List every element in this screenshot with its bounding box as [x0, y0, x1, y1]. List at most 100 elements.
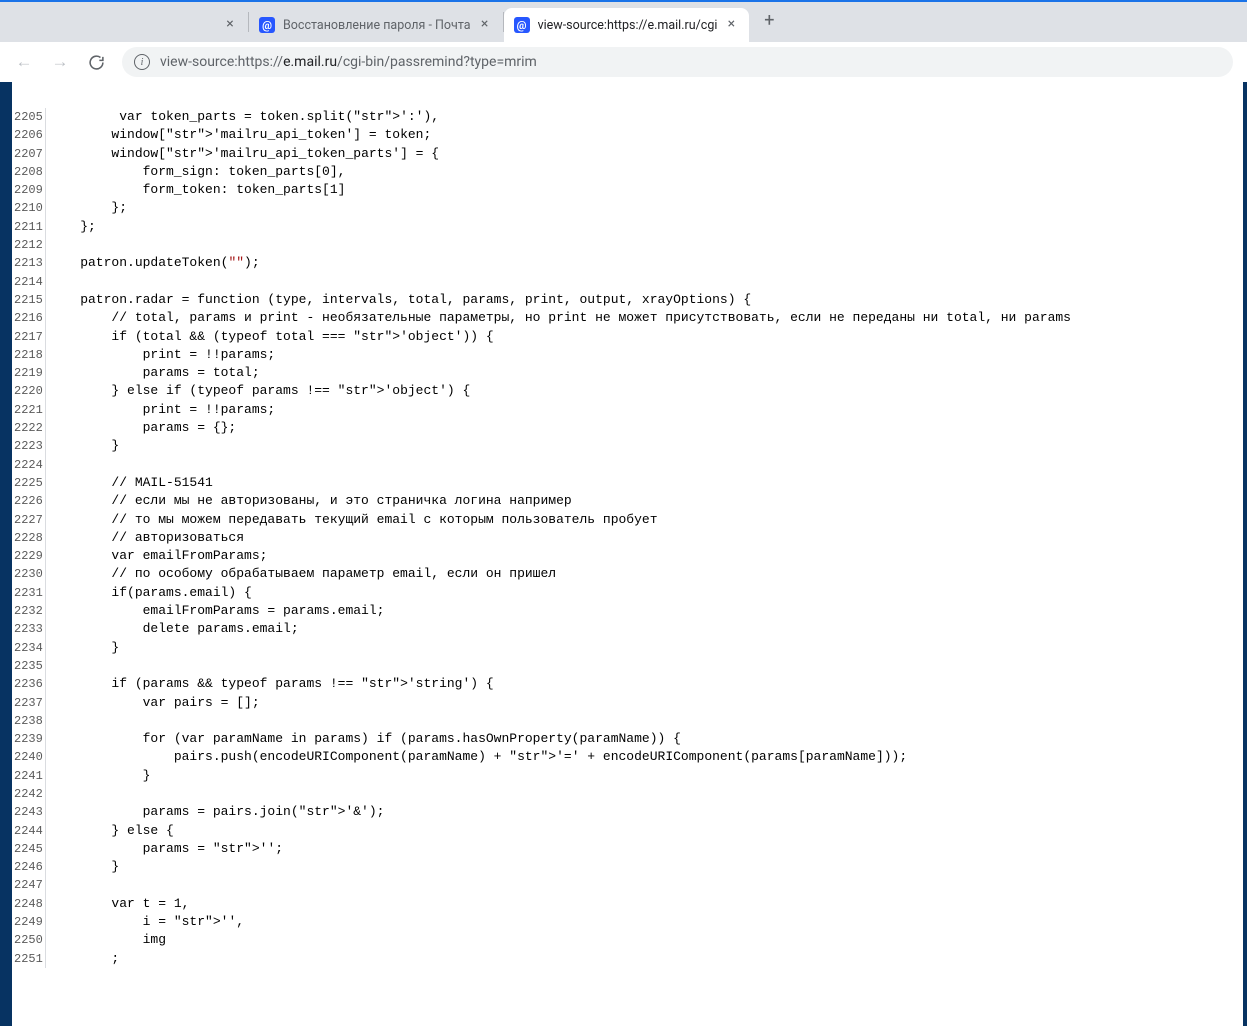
tab-1[interactable]: @ Восстановление пароля - Почта × — [249, 8, 503, 42]
code-line[interactable] — [49, 876, 1243, 894]
code-line[interactable] — [49, 657, 1243, 675]
code-line[interactable]: i = "str">'', — [49, 913, 1243, 931]
line-number: 2208 — [14, 163, 41, 181]
line-number: 2229 — [14, 547, 41, 565]
site-info-icon[interactable]: i — [134, 54, 150, 70]
code-line[interactable] — [49, 785, 1243, 803]
code-line[interactable]: }; — [49, 218, 1243, 236]
code-line[interactable]: } — [49, 437, 1243, 455]
code-line[interactable]: form_sign: token_parts[0], — [49, 163, 1243, 181]
tab-0[interactable]: × — [8, 8, 248, 42]
code-line[interactable]: params = {}; — [49, 419, 1243, 437]
code-line[interactable]: patron.radar = function (type, intervals… — [49, 291, 1243, 309]
line-number: 2239 — [14, 730, 41, 748]
code-line[interactable]: // если мы не авторизованы, и это страни… — [49, 492, 1243, 510]
line-number: 2237 — [14, 694, 41, 712]
close-icon[interactable]: × — [222, 17, 238, 33]
code-line[interactable]: img — [49, 931, 1243, 949]
code-line[interactable]: } — [49, 767, 1243, 785]
line-number: 2233 — [14, 620, 41, 638]
line-number: 2218 — [14, 346, 41, 364]
code-line[interactable]: var token_parts = token.split("str">':')… — [49, 108, 1243, 126]
code-line[interactable]: pairs.push(encodeURIComponent(paramName)… — [49, 748, 1243, 766]
line-number: 2214 — [14, 273, 41, 291]
line-number: 2248 — [14, 895, 41, 913]
line-number: 2231 — [14, 584, 41, 602]
line-number: 2230 — [14, 565, 41, 583]
line-number: 2209 — [14, 181, 41, 199]
code-line[interactable]: // total, params и print - необязательны… — [49, 309, 1243, 327]
line-number: 2238 — [14, 712, 41, 730]
code-line[interactable]: } else if (typeof params !== "str">'obje… — [49, 382, 1243, 400]
line-number: 2224 — [14, 456, 41, 474]
code-line[interactable]: window["str">'mailru_api_token'] = token… — [49, 126, 1243, 144]
code-line[interactable]: } — [49, 639, 1243, 657]
code-line[interactable]: var pairs = []; — [49, 694, 1243, 712]
url-path: /cgi-bin/passremind?type=mrim — [337, 54, 537, 70]
line-number: 2243 — [14, 803, 41, 821]
line-number: 2225 — [14, 474, 41, 492]
code-line[interactable]: } else { — [49, 822, 1243, 840]
code-line[interactable]: // MAIL-51541 — [49, 474, 1243, 492]
code-line[interactable]: print = !!params; — [49, 401, 1243, 419]
code-line[interactable] — [49, 236, 1243, 254]
line-number: 2223 — [14, 437, 41, 455]
code-line[interactable]: delete params.email; — [49, 620, 1243, 638]
code-line[interactable]: var emailFromParams; — [49, 547, 1243, 565]
line-number: 2241 — [14, 767, 41, 785]
line-number: 2205 — [14, 108, 41, 126]
code-line[interactable] — [49, 273, 1243, 291]
code-line[interactable]: window["str">'mailru_api_token_parts'] =… — [49, 145, 1243, 163]
mail-favicon-icon: @ — [259, 17, 275, 33]
line-number: 2244 — [14, 822, 41, 840]
close-icon[interactable]: × — [723, 17, 739, 33]
code-line[interactable]: patron.updateToken(""); — [49, 254, 1243, 272]
code-line[interactable]: for (var paramName in params) if (params… — [49, 730, 1243, 748]
code-line[interactable]: }; — [49, 199, 1243, 217]
code-line[interactable]: params = total; — [49, 364, 1243, 382]
tab-bar: × @ Восстановление пароля - Почта × @ vi… — [0, 2, 1247, 42]
code-line[interactable] — [49, 712, 1243, 730]
forward-button[interactable]: → — [44, 46, 76, 78]
new-tab-button[interactable]: + — [755, 8, 783, 36]
line-number: 2210 — [14, 199, 41, 217]
code-line[interactable]: emailFromParams = params.email; — [49, 602, 1243, 620]
code-line[interactable]: // по особому обрабатываем параметр emai… — [49, 565, 1243, 583]
line-number: 2222 — [14, 419, 41, 437]
code-line[interactable]: } — [49, 858, 1243, 876]
source-code[interactable]: var token_parts = token.split("str">':')… — [46, 108, 1243, 968]
code-line[interactable]: params = "str">''; — [49, 840, 1243, 858]
code-line[interactable]: ; — [49, 950, 1243, 968]
code-line[interactable]: form_token: token_parts[1] — [49, 181, 1243, 199]
code-line[interactable]: params = pairs.join("str">'&'); — [49, 803, 1243, 821]
line-number: 2245 — [14, 840, 41, 858]
code-line[interactable]: if (params && typeof params !== "str">'s… — [49, 675, 1243, 693]
code-line[interactable]: // то мы можем передавать текущий email … — [49, 511, 1243, 529]
code-line[interactable]: if (total && (typeof total === "str">'ob… — [49, 328, 1243, 346]
line-number: 2232 — [14, 602, 41, 620]
tab-2-active[interactable]: @ view-source:https://e.mail.ru/cgi × — [504, 8, 750, 42]
close-icon[interactable]: × — [477, 17, 493, 33]
code-line[interactable]: var t = 1, — [49, 895, 1243, 913]
code-line[interactable]: // авторизоваться — [49, 529, 1243, 547]
source-view: 2205220622072208220922102211221222132214… — [12, 82, 1243, 968]
line-number: 2215 — [14, 291, 41, 309]
line-number: 2247 — [14, 876, 41, 894]
url-prefix: view-source:https:// — [160, 54, 283, 70]
line-number: 2220 — [14, 382, 41, 400]
line-number: 2234 — [14, 639, 41, 657]
code-line[interactable]: print = !!params; — [49, 346, 1243, 364]
line-number: 2236 — [14, 675, 41, 693]
mail-favicon-icon: @ — [514, 17, 530, 33]
line-number: 2211 — [14, 218, 41, 236]
address-bar[interactable]: i view-source:https://e.mail.ru/cgi-bin/… — [122, 47, 1233, 77]
code-line[interactable] — [49, 456, 1243, 474]
line-number: 2240 — [14, 748, 41, 766]
line-number: 2227 — [14, 511, 41, 529]
back-button[interactable]: ← — [8, 46, 40, 78]
line-number: 2246 — [14, 858, 41, 876]
line-number: 2221 — [14, 401, 41, 419]
code-line[interactable]: if(params.email) { — [49, 584, 1243, 602]
line-number: 2219 — [14, 364, 41, 382]
reload-button[interactable] — [80, 46, 112, 78]
